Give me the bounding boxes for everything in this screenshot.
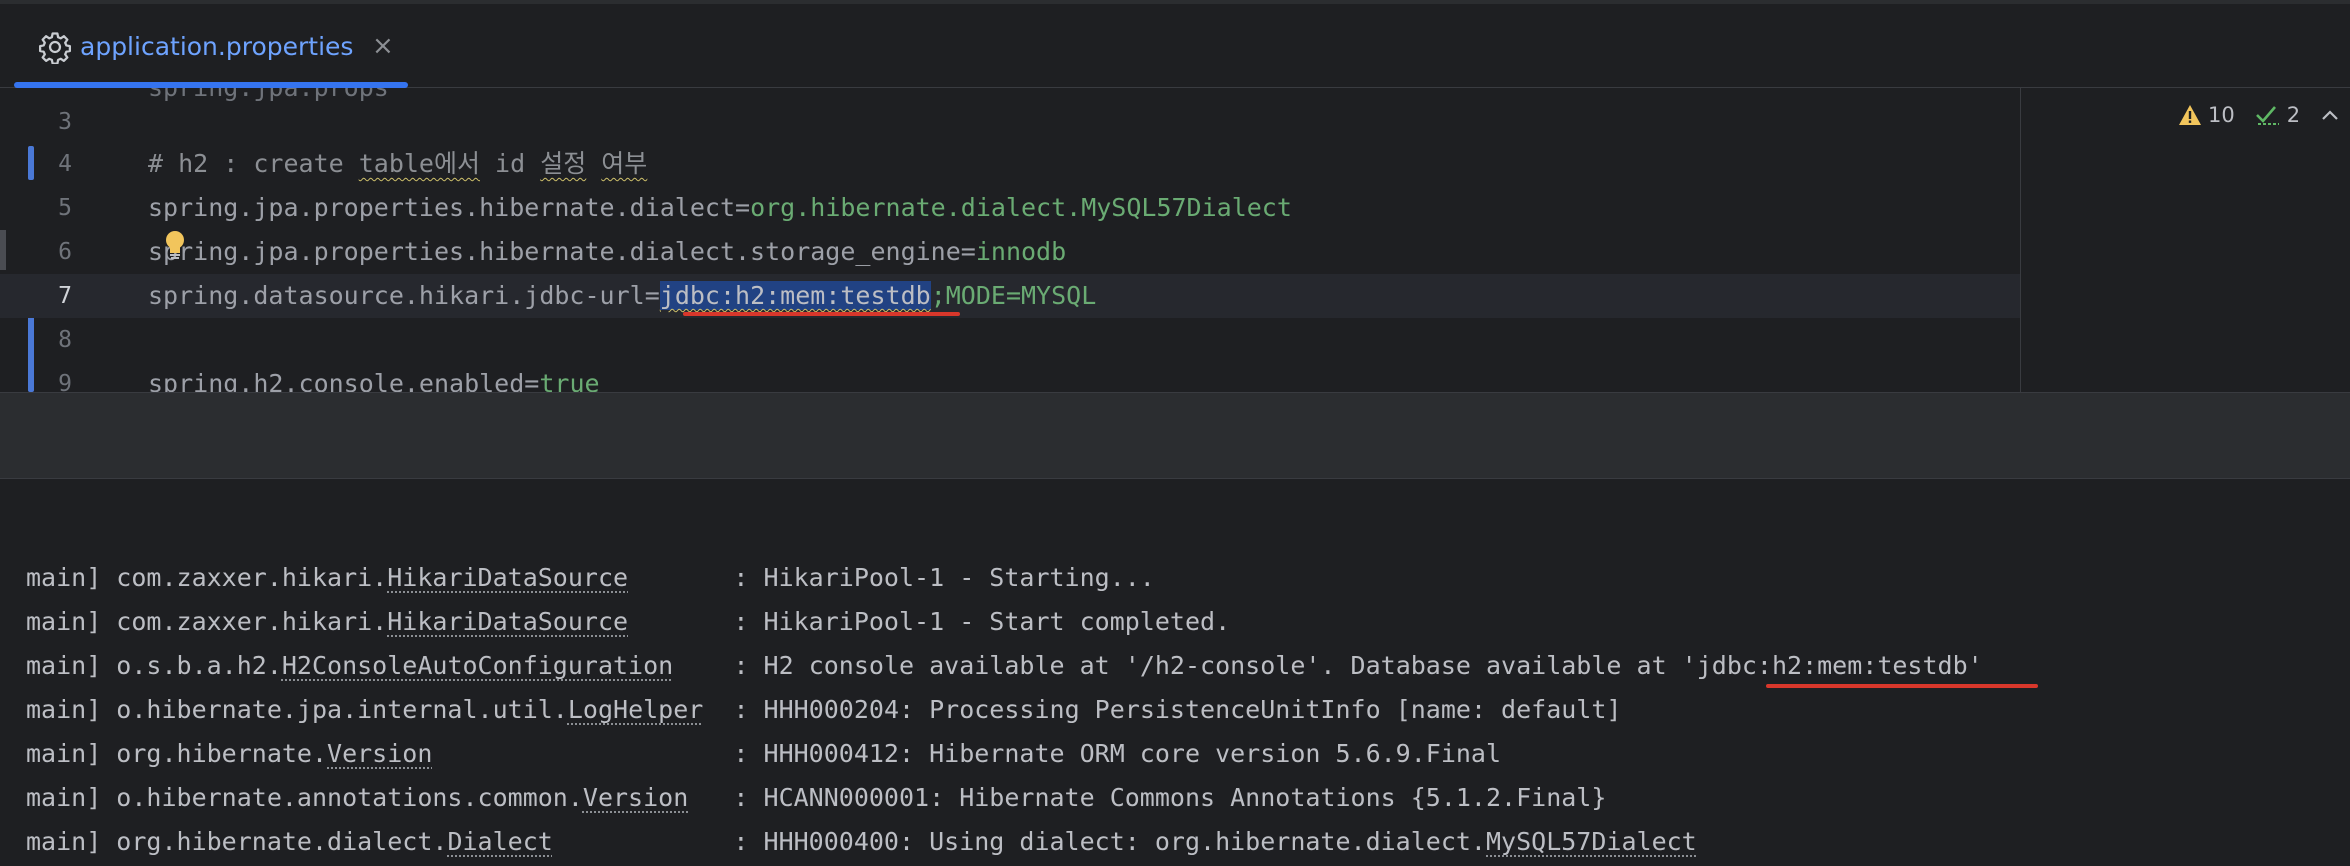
editor-line-6[interactable]: 6 spring.jpa.properties.hibernate.dialec…	[0, 230, 2020, 274]
selected-jdbc-url[interactable]: jdbc:h2:mem:testdb	[659, 281, 931, 310]
right-margin-guide	[2020, 88, 2021, 392]
line-number: 6	[58, 239, 72, 265]
property-key: spring.jpa.properties.hibernate.dialect.…	[148, 237, 961, 266]
tab-application-properties[interactable]: application.properties ×	[14, 4, 408, 88]
line-number: 9	[58, 371, 72, 392]
warning-count: 10	[2208, 103, 2235, 127]
editor-line-5[interactable]: 5 spring.jpa.properties.hibernate.dialec…	[0, 186, 2020, 230]
console-jdbc-url[interactable]: jdbc:h2:mem:testdb	[1697, 651, 1968, 680]
chevron-up-icon[interactable]	[2320, 107, 2340, 123]
property-key: spring.jpa.properties.hibernate.dialect	[148, 193, 735, 222]
property-value: ;MODE=MYSQL	[930, 281, 1097, 310]
property-key: spring.h2.console.enabled	[148, 369, 525, 392]
line-number: 7	[58, 283, 72, 309]
ok-count: 2	[2286, 103, 2301, 127]
editor-line-8[interactable]: 8	[0, 318, 2020, 362]
line-number: 8	[58, 327, 72, 353]
tab-label: application.properties	[80, 32, 354, 61]
line-number: 4	[58, 151, 72, 177]
run-console[interactable]: main] com.zaxxer.hikari.HikariDataSource…	[0, 546, 2350, 866]
property-key: spring.datasource.hikari.jdbc-url	[148, 281, 645, 310]
red-underline-annotation	[1766, 684, 2038, 688]
editor-line-3[interactable]: 3	[0, 100, 2020, 144]
console-line: main] o.hibernate.annotations.common.Ver…	[26, 783, 1607, 812]
lightbulb-icon[interactable]	[164, 230, 186, 260]
line-number: 5	[58, 195, 72, 221]
console-line: main] org.hibernate.dialect.Dialect : HH…	[26, 827, 1697, 856]
property-value: org.hibernate.dialect.MySQL57Dialect	[750, 193, 1292, 222]
console-line: main] org.hibernate.Version : HHH000412:…	[26, 739, 1502, 768]
property-value: true	[539, 369, 600, 392]
console-line: main] com.zaxxer.hikari.HikariDataSource…	[26, 607, 1231, 636]
editor-line-4[interactable]: 4 # h2 : create table에서 id 설정 여부	[0, 142, 2020, 186]
console-line: main] com.zaxxer.hikari.HikariDataSource…	[26, 563, 1155, 592]
check-icon	[2255, 106, 2279, 125]
line-number: 3	[58, 109, 72, 135]
console-line: main] o.hibernate.jpa.internal.util.LogH…	[26, 695, 1622, 724]
close-tab-icon[interactable]: ×	[372, 29, 394, 63]
property-value: innodb	[975, 237, 1067, 266]
console-line: main] o.s.b.a.h2.H2ConsoleAutoConfigurat…	[26, 651, 1983, 680]
inspection-widget[interactable]: 10 2	[2178, 98, 2340, 132]
panel-divider	[0, 392, 2350, 479]
warning-icon	[2179, 105, 2201, 125]
comment-text: # h2 : create table에서 id 설정 여부	[148, 149, 648, 178]
editor-line-9[interactable]: 9 spring.h2.console.enabled=true	[0, 362, 2020, 392]
code-editor[interactable]: spring.jpa.props 3 4 # h2 : create table…	[0, 88, 2350, 392]
editor-tab-bar: application.properties ×	[0, 0, 2350, 88]
red-underline-annotation	[683, 312, 960, 316]
gear-icon	[38, 32, 72, 64]
editor-line-7[interactable]: 7 spring.datasource.hikari.jdbc-url=jdbc…	[0, 274, 2020, 318]
